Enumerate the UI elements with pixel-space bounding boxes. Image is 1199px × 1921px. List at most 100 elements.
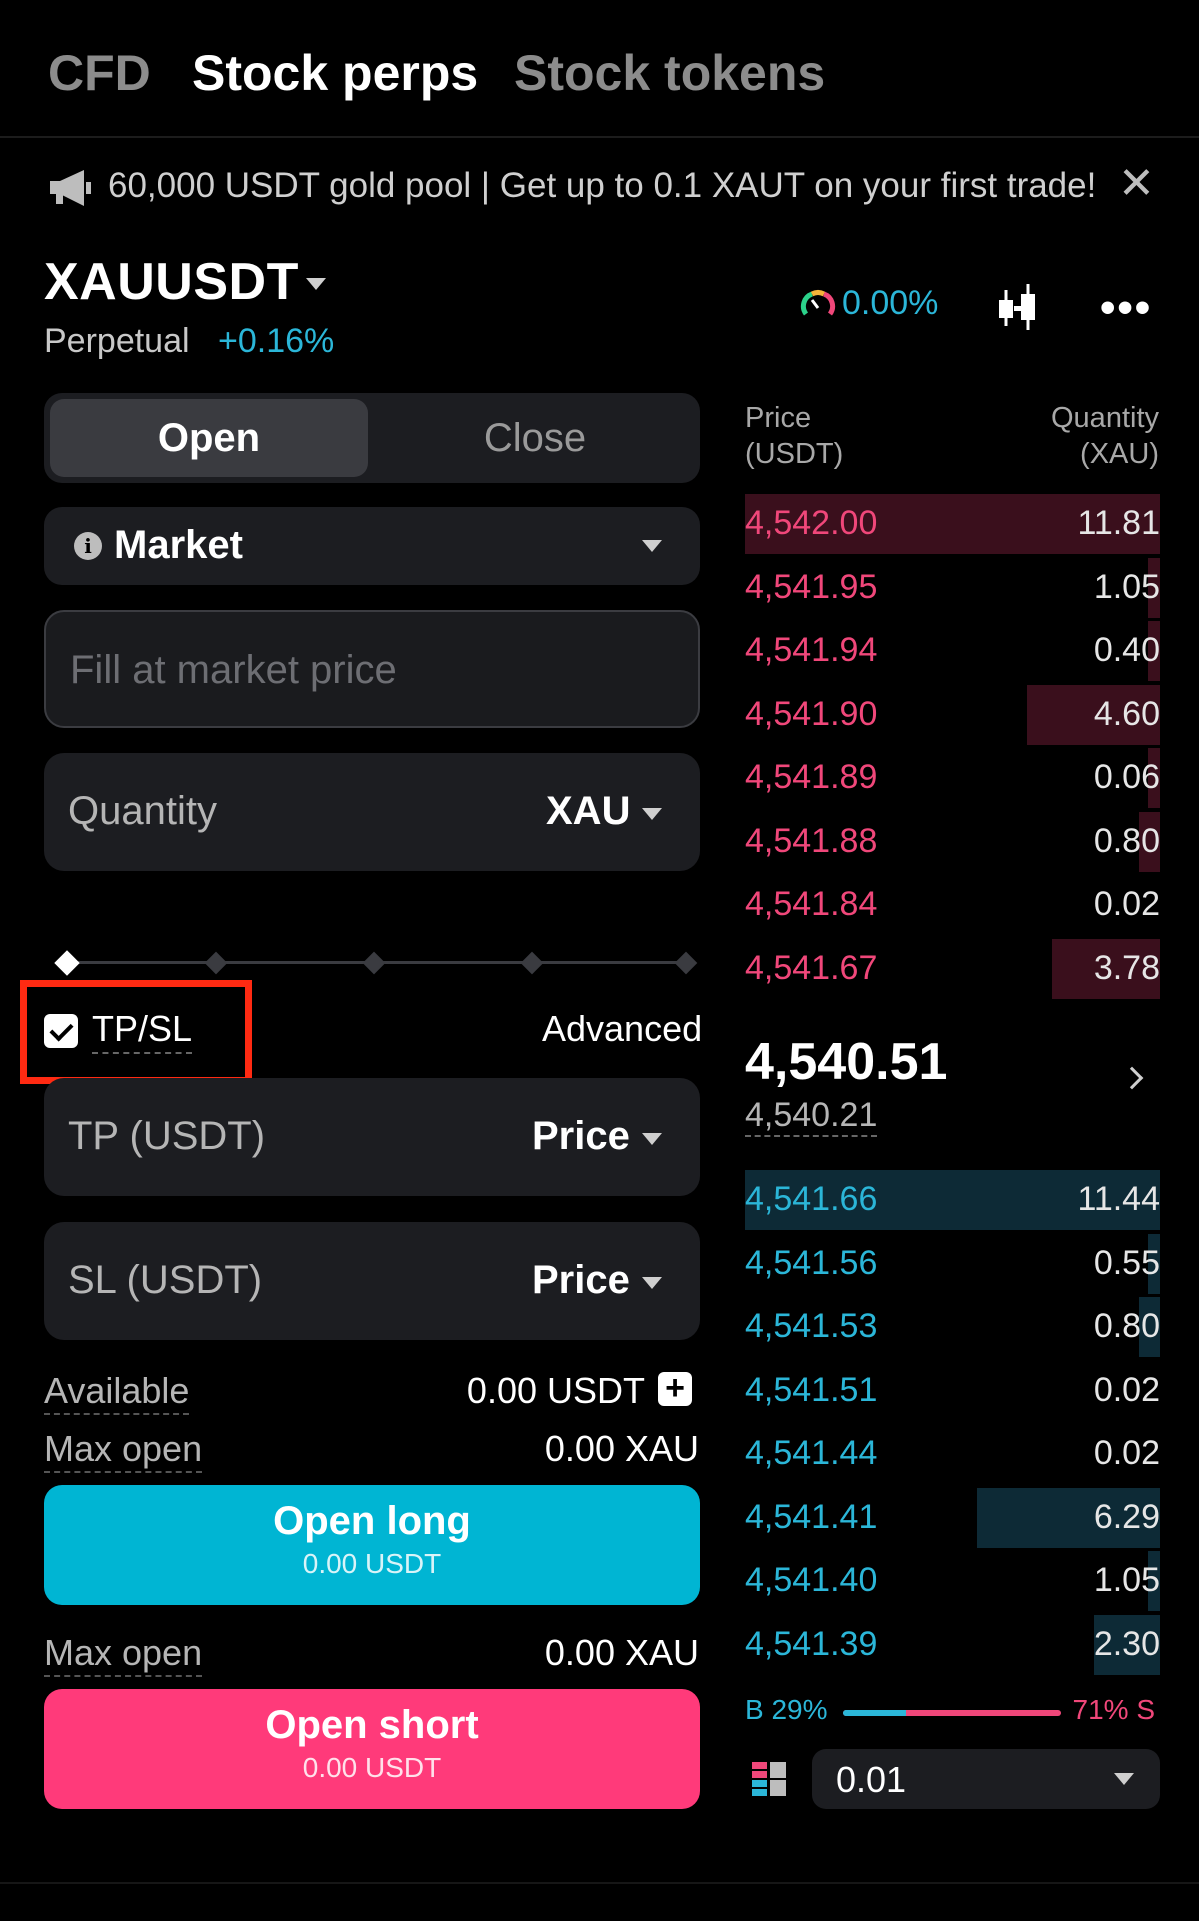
ask-quantity: 0.02 [1093, 885, 1160, 923]
open-tab[interactable]: Open [50, 399, 368, 477]
bid-row[interactable]: 4,541.41 6.29 [745, 1487, 1160, 1548]
open-long-button[interactable]: Open long 0.00 USDT [44, 1485, 700, 1605]
layout-icon[interactable] [752, 1762, 786, 1796]
plus-icon[interactable]: + [658, 1371, 692, 1406]
open-long-label: Open long [273, 1499, 471, 1543]
open-close-toggle: Open Close [44, 393, 700, 483]
candlestick-icon[interactable] [990, 280, 1046, 336]
ask-row[interactable]: 4,541.67 3.78 [745, 938, 1160, 999]
ask-row[interactable]: 4,541.94 0.40 [745, 621, 1160, 681]
bid-row[interactable]: 4,541.44 0.02 [745, 1424, 1160, 1484]
available-value: 0.00 USDT [466, 1370, 645, 1411]
slider-node-0[interactable] [54, 950, 80, 976]
highlight-box [20, 980, 252, 1084]
ask-quantity: 0.06 [1093, 758, 1160, 796]
ask-price: 4,541.90 [745, 694, 878, 733]
open-short-amount: 0.00 USDT [302, 1752, 442, 1783]
bid-quantity: 0.02 [1093, 1434, 1160, 1472]
buy-ratio: B 29% [745, 1694, 828, 1725]
precision-select[interactable]: 0.01 [812, 1749, 1160, 1809]
promo-banner[interactable]: 60,000 USDT gold pool | Get up to 0.1 XA… [0, 140, 1199, 234]
ratio-bar [843, 1710, 1061, 1716]
tp-label: TP (USDT) [68, 1114, 266, 1158]
ask-row[interactable]: 4,542.00 11.81 [745, 494, 1160, 554]
quantity-header: Quantity [1051, 402, 1159, 434]
max-open-short-value: 0.00 XAU [544, 1632, 699, 1673]
chevron-right-icon[interactable] [1120, 1066, 1144, 1090]
bid-quantity: 11.44 [1077, 1180, 1160, 1218]
chevron-down-icon[interactable] [306, 278, 326, 290]
close-icon[interactable]: ✕ [1118, 162, 1155, 206]
contract-type: Perpetual [44, 322, 190, 360]
open-short-label: Open short [265, 1703, 479, 1747]
bid-quantity: 0.02 [1093, 1370, 1160, 1409]
sl-label: SL (USDT) [68, 1258, 263, 1302]
open-short-button[interactable]: Open short 0.00 USDT [44, 1689, 700, 1809]
megaphone-icon [50, 170, 91, 206]
advanced-link[interactable]: Advanced [542, 1008, 702, 1050]
close-tab[interactable]: Close [376, 399, 694, 477]
open-long-amount: 0.00 USDT [302, 1548, 442, 1579]
ask-row[interactable]: 4,541.88 0.80 [745, 811, 1160, 872]
ask-quantity: 0.40 [1093, 631, 1160, 669]
quantity-unit-select[interactable]: XAU [546, 789, 630, 834]
slider-node-75[interactable] [520, 951, 544, 975]
ask-row[interactable]: 4,541.90 4.60 [745, 684, 1160, 745]
symbol-name[interactable]: XAUUSDT [44, 252, 299, 312]
bid-row[interactable]: 4,541.66 11.44 [745, 1170, 1160, 1230]
bid-quantity: 1.05 [1093, 1561, 1160, 1599]
chevron-down-icon [1114, 1773, 1134, 1785]
bid-price: 4,541.51 [745, 1370, 878, 1409]
price-change: +0.16% [218, 322, 335, 360]
quantity-slider[interactable] [54, 950, 698, 976]
bid-quantity: 2.30 [1093, 1624, 1160, 1663]
ask-price: 4,541.88 [745, 821, 878, 860]
quantity-input[interactable]: Quantity XAU [44, 753, 700, 871]
sl-mode-select[interactable]: Price [532, 1258, 630, 1303]
quantity-label: Quantity [68, 789, 217, 833]
order-type-select[interactable]: i Market [44, 507, 700, 585]
ask-quantity: 0.80 [1093, 821, 1160, 860]
bottom-divider [0, 1882, 1199, 1884]
ask-row[interactable]: 4,541.95 1.05 [745, 557, 1160, 618]
last-price[interactable]: 4,540.51 [745, 1032, 947, 1092]
slider-node-25[interactable] [204, 951, 228, 975]
bid-row[interactable]: 4,541.51 0.02 [745, 1361, 1160, 1421]
chevron-down-icon[interactable] [642, 808, 662, 820]
tab-cfd[interactable]: CFD [48, 44, 151, 102]
info-icon[interactable]: i [74, 532, 102, 560]
chevron-down-icon[interactable] [642, 1277, 662, 1289]
ask-price: 4,542.00 [745, 504, 878, 542]
ask-quantity: 4.60 [1093, 694, 1160, 733]
slider-node-50[interactable] [362, 951, 386, 975]
chevron-down-icon[interactable] [642, 1133, 662, 1145]
bid-price: 4,541.53 [745, 1307, 878, 1345]
tab-stock-tokens[interactable]: Stock tokens [514, 44, 825, 102]
bid-price: 4,541.66 [745, 1180, 878, 1218]
tab-stock-perps[interactable]: Stock perps [192, 44, 478, 102]
bid-row[interactable]: 4,541.40 1.05 [745, 1551, 1160, 1611]
max-open-short-label: Max open [44, 1632, 203, 1677]
more-icon[interactable]: ••• [1100, 286, 1152, 330]
tp-mode-select[interactable]: Price [532, 1114, 630, 1159]
tp-input[interactable]: TP (USDT) Price [44, 1078, 700, 1196]
bid-price: 4,541.40 [745, 1561, 878, 1599]
ask-price: 4,541.94 [745, 631, 878, 669]
ask-row[interactable]: 4,541.84 0.02 [745, 875, 1160, 935]
funding-rate[interactable]: 0.00% [800, 284, 938, 323]
slider-node-100[interactable] [674, 951, 698, 975]
max-open-long-label: Max open [44, 1428, 203, 1473]
sl-input[interactable]: SL (USDT) Price [44, 1222, 700, 1340]
gauge-icon [800, 289, 836, 315]
market-tabs: CFD Stock perps Stock tokens [0, 0, 1199, 138]
price-input[interactable]: Fill at market price [44, 610, 700, 728]
price-header: Price [745, 402, 812, 434]
bid-row[interactable]: 4,541.53 0.80 [745, 1297, 1160, 1357]
ask-row[interactable]: 4,541.89 0.06 [745, 748, 1160, 808]
available-label: Available [44, 1370, 190, 1415]
bid-row[interactable]: 4,541.56 0.55 [745, 1233, 1160, 1294]
bid-price: 4,541.39 [745, 1624, 878, 1663]
bid-row[interactable]: 4,541.39 2.30 [745, 1614, 1160, 1675]
ask-price: 4,541.84 [745, 885, 878, 923]
bid-price: 4,541.41 [745, 1497, 878, 1536]
